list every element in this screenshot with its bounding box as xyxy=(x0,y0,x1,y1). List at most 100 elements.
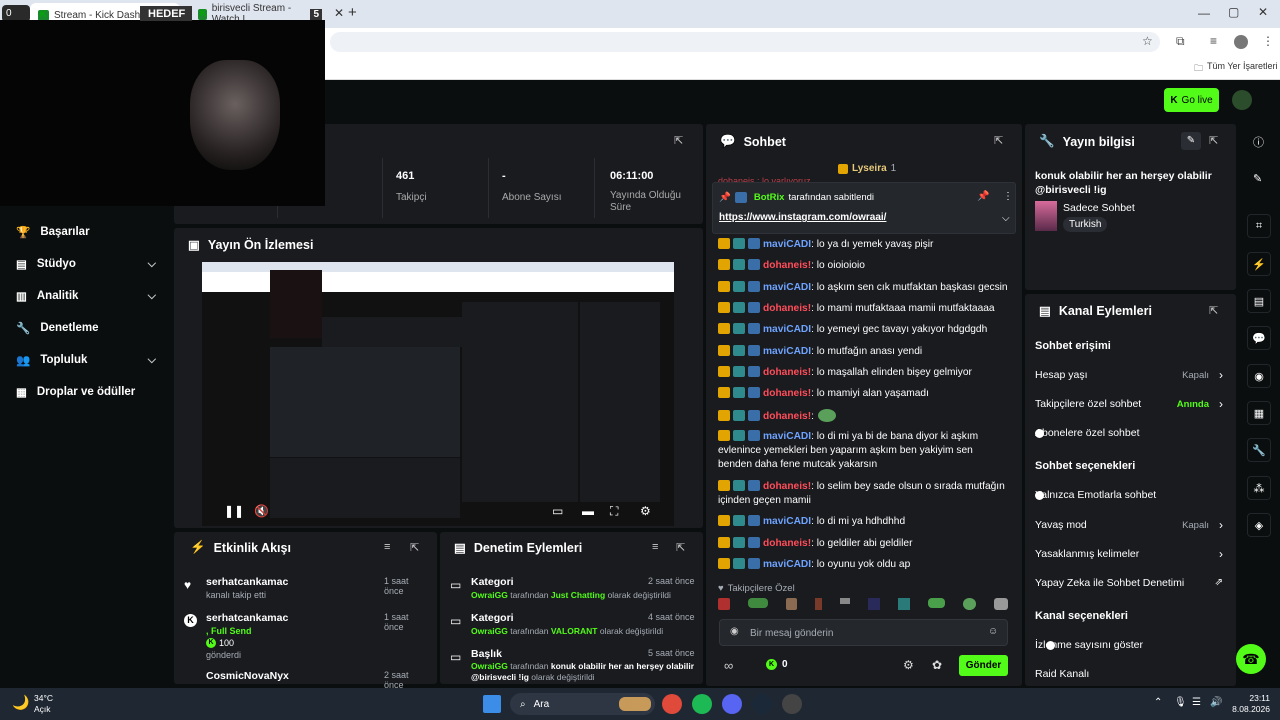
channel-action-row[interactable]: Takipçilere özel sohbet Anında › xyxy=(1035,397,1225,413)
edit-icon[interactable]: ✎ xyxy=(1253,172,1262,185)
bookmark-star-icon[interactable]: ☆ xyxy=(1142,34,1153,48)
fullscreen-icon[interactable]: ⛶ xyxy=(610,504,618,519)
new-tab-button[interactable]: + xyxy=(348,4,357,21)
pin-icon[interactable]: 📌 xyxy=(977,191,989,202)
wrench-icon[interactable]: 🔧 xyxy=(1247,438,1271,462)
popout-icon[interactable]: ⇱ xyxy=(1209,134,1218,147)
emote-icon[interactable] xyxy=(927,598,945,608)
emote-icon[interactable] xyxy=(814,598,822,610)
channel-action-row[interactable]: Yasaklanmış kelimeler › xyxy=(1035,547,1225,563)
chat-username[interactable]: dohaneis! xyxy=(763,367,811,378)
mic-icon[interactable]: 🎙 xyxy=(1174,697,1187,708)
taskbar-search[interactable]: ⌕ Ara xyxy=(510,693,655,715)
channel-action-row[interactable]: Raid Kanalı xyxy=(1035,667,1225,683)
moderation-actor[interactable]: OwraiGG xyxy=(471,661,508,671)
sidebar-item-moderation[interactable]: 🔧 Denetleme xyxy=(16,318,156,338)
avatar[interactable] xyxy=(1232,90,1252,110)
chat-username[interactable]: dohaneis! xyxy=(763,481,811,492)
filter-icon[interactable]: ≡ xyxy=(384,541,390,553)
go-live-button[interactable]: K Go live xyxy=(1164,88,1219,112)
chat-username[interactable]: maviCADI xyxy=(763,516,811,527)
windows-start-icon[interactable] xyxy=(483,695,501,713)
chat-input[interactable]: ◉ Bir mesaj gönderin ☺ xyxy=(719,619,1008,646)
chrome-icon[interactable] xyxy=(662,694,682,714)
chat-username[interactable]: maviCADI xyxy=(763,324,811,335)
popout-icon[interactable]: ⇱ xyxy=(674,134,683,147)
discord-icon[interactable] xyxy=(722,694,742,714)
sidebar-item-studio[interactable]: ▤ Stüdyo ⌵ xyxy=(16,254,156,274)
pause-icon[interactable]: ❚❚ xyxy=(224,504,244,518)
emote-icon[interactable] xyxy=(962,598,977,610)
mute-icon[interactable]: 🔇 xyxy=(254,504,269,518)
settings-icon[interactable]: ⚙ xyxy=(903,658,914,672)
pinned-by[interactable]: BotRix xyxy=(754,192,785,203)
profile-icon[interactable] xyxy=(1234,35,1248,49)
chat-username[interactable]: dohaneis! xyxy=(763,260,811,271)
popout-icon[interactable]: ⇱ xyxy=(994,134,1003,147)
emote-icon[interactable] xyxy=(867,598,880,610)
volume-icon[interactable]: 🔊 xyxy=(1210,697,1222,708)
chat-username[interactable]: maviCADI xyxy=(763,282,811,293)
chat-username[interactable]: dohaneis! xyxy=(763,303,811,314)
menu-icon[interactable]: ⋮ xyxy=(1262,34,1274,48)
activity-user[interactable]: serhatcankamac xyxy=(206,612,288,624)
popout-icon[interactable]: ⇱ xyxy=(676,541,685,554)
doc-icon[interactable]: ▤ xyxy=(1247,289,1271,313)
pinned-link[interactable]: https://www.instagram.com/owraai/ xyxy=(719,212,886,223)
preview-video[interactable]: ❚❚ 🔇 ▭ ▬ ⛶ ⚙ xyxy=(202,262,674,526)
spotify-icon[interactable] xyxy=(692,694,712,714)
channel-action-row[interactable]: Yalnızca Emotlarla sohbet xyxy=(1035,488,1225,504)
chat-username[interactable]: maviCADI xyxy=(763,239,811,250)
weather-widget[interactable]: 34°C Açık xyxy=(34,693,53,715)
filter-icon[interactable]: ≡ xyxy=(652,541,658,553)
more-icon[interactable]: ⋮ xyxy=(1003,191,1013,202)
sidebar-item-achievements[interactable]: 🏆 Başarılar xyxy=(16,222,156,242)
moderation-actor[interactable]: OwraiGG xyxy=(471,590,508,600)
all-bookmarks[interactable]: 🗀 Tüm Yer İşaretleri xyxy=(1194,61,1278,77)
url-field[interactable] xyxy=(330,32,1160,52)
emoji-icon[interactable]: ☺ xyxy=(988,626,998,637)
emote-icon[interactable] xyxy=(897,598,910,610)
chat-username[interactable]: maviCADI xyxy=(763,431,811,442)
emote-icon[interactable] xyxy=(839,598,850,604)
stream-tag[interactable]: Turkish xyxy=(1063,217,1108,232)
moderation-actor[interactable]: OwraiGG xyxy=(471,626,508,636)
media-icon[interactable]: ≡ xyxy=(1210,34,1217,48)
tag-icon[interactable]: ◈ xyxy=(1247,513,1271,537)
activity-user[interactable]: CosmicNovaNyx xyxy=(206,670,289,682)
steam-icon[interactable] xyxy=(752,694,772,714)
broadcast-icon[interactable]: ◉ xyxy=(1247,364,1271,388)
channel-action-row[interactable]: Abonelere özel sohbet xyxy=(1035,426,1225,442)
chevron-down-icon[interactable]: ⌵ xyxy=(1002,213,1010,224)
share-icon[interactable]: ⁂ xyxy=(1247,476,1271,500)
activity-user[interactable]: serhatcankamac xyxy=(206,576,288,588)
theater-icon[interactable]: ▬ xyxy=(582,504,594,518)
top-gifter[interactable]: Lyseira 1 xyxy=(838,163,896,174)
chat-username[interactable]: maviCADI xyxy=(763,559,811,570)
chat-username[interactable]: dohaneis! xyxy=(763,388,811,399)
chat-users-icon[interactable]: ∞ xyxy=(724,658,733,673)
chat-username[interactable]: dohaneis! xyxy=(763,411,811,422)
app-icon[interactable] xyxy=(782,694,802,714)
points-display[interactable]: K0 xyxy=(766,659,788,670)
sidebar-item-analytics[interactable]: ▥ Analitik ⌵ xyxy=(16,286,156,306)
chat-username[interactable]: maviCADI xyxy=(763,346,811,357)
popout-icon[interactable]: ⇱ xyxy=(1209,304,1218,317)
channel-action-row[interactable]: Yavaş mod Kapalı › xyxy=(1035,518,1225,534)
tray-chevron-icon[interactable]: ⌃ xyxy=(1154,697,1162,708)
tab-close-icon[interactable]: ✕ xyxy=(334,6,344,20)
emote-icon[interactable] xyxy=(747,598,769,608)
layout-icon[interactable]: ▦ xyxy=(1247,401,1271,425)
channel-action-row[interactable]: Hesap yaşı Kapalı › xyxy=(1035,368,1225,384)
clip-icon[interactable]: ⌗ xyxy=(1247,214,1271,238)
emote-icon[interactable] xyxy=(718,598,730,610)
window-close-icon[interactable]: ✕ xyxy=(1258,5,1268,19)
chat-bubble-icon[interactable]: 💬 xyxy=(1247,326,1271,350)
extensions-icon[interactable]: ⧉ xyxy=(1176,34,1185,49)
clock[interactable]: 23:11 8.08.2026 xyxy=(1232,693,1270,715)
sidebar-item-drops[interactable]: ▦ Droplar ve ödüller xyxy=(16,382,166,402)
emote-icon[interactable] xyxy=(994,598,1009,610)
send-button[interactable]: Gönder xyxy=(959,655,1008,676)
tab-group-hedef[interactable]: HEDEF xyxy=(140,6,192,21)
help-chat-icon[interactable]: ☎ xyxy=(1236,644,1266,674)
